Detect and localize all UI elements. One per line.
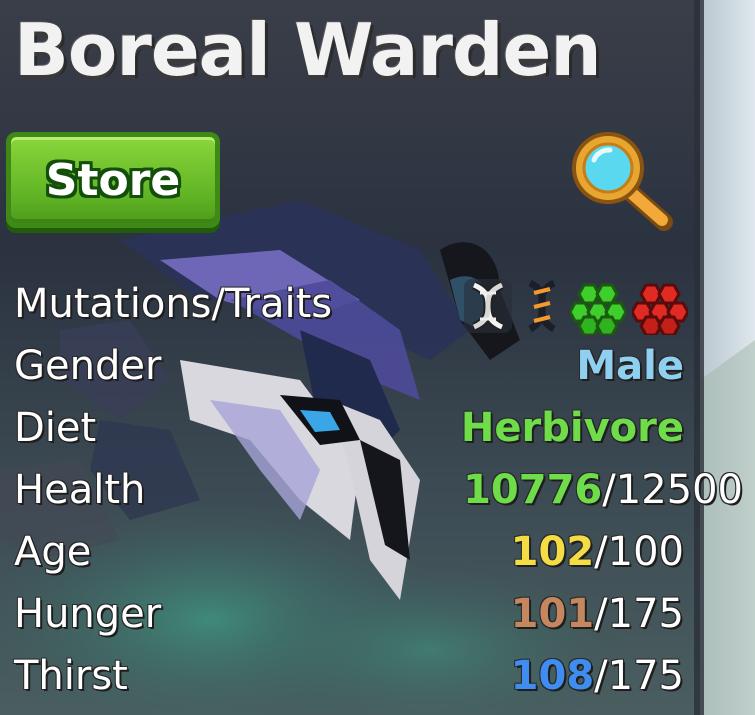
gender-label: Gender <box>14 343 162 389</box>
store-button-label: Store <box>45 154 181 206</box>
health-max: 12500 <box>615 467 743 513</box>
store-button[interactable]: Store <box>6 132 220 228</box>
thirst-max: 175 <box>607 653 684 699</box>
age-label: Age <box>14 529 92 575</box>
trait-icons <box>462 277 688 335</box>
creature-name-title: Boreal Warden <box>14 8 602 92</box>
mutations-label: Mutations/Traits <box>14 281 333 327</box>
mutations-row: Mutations/Traits <box>0 274 755 336</box>
gender-value: Male <box>576 343 684 389</box>
thirst-label: Thirst <box>14 653 128 699</box>
thirst-row: Thirst 108/175 <box>0 646 755 708</box>
diet-label: Diet <box>14 405 97 451</box>
age-separator: / <box>594 529 608 575</box>
health-current: 10776 <box>463 467 603 513</box>
hunger-value: 101/175 <box>511 590 684 638</box>
health-value: 10776/12500 <box>463 466 743 514</box>
age-value: 102/100 <box>511 528 684 576</box>
thirst-current: 108 <box>510 653 595 699</box>
diet-value: Herbivore <box>460 405 684 451</box>
age-current: 102 <box>510 529 595 575</box>
dna-orange-icon[interactable] <box>520 277 564 335</box>
health-separator: / <box>602 467 616 513</box>
hunger-separator: / <box>594 591 608 637</box>
dna-white-icon[interactable] <box>462 277 514 335</box>
health-label: Health <box>14 467 146 513</box>
diet-row: Diet Herbivore <box>0 398 755 460</box>
thirst-separator: / <box>594 653 608 699</box>
health-row: Health 10776/12500 <box>0 460 755 522</box>
thirst-value: 108/175 <box>511 652 684 700</box>
gender-row: Gender Male <box>0 336 755 398</box>
age-max: 100 <box>607 529 684 575</box>
hunger-max: 175 <box>607 591 684 637</box>
hunger-current: 101 <box>510 591 595 637</box>
red-cells-icon[interactable] <box>632 277 688 335</box>
age-row: Age 102/100 <box>0 522 755 584</box>
creature-stats-panel: Mutations/Traits Gender Male Diet Herbiv… <box>0 274 755 708</box>
magnifier-search-icon[interactable] <box>566 128 678 232</box>
green-cells-icon[interactable] <box>570 277 626 335</box>
hunger-label: Hunger <box>14 591 162 637</box>
hunger-row: Hunger 101/175 <box>0 584 755 646</box>
